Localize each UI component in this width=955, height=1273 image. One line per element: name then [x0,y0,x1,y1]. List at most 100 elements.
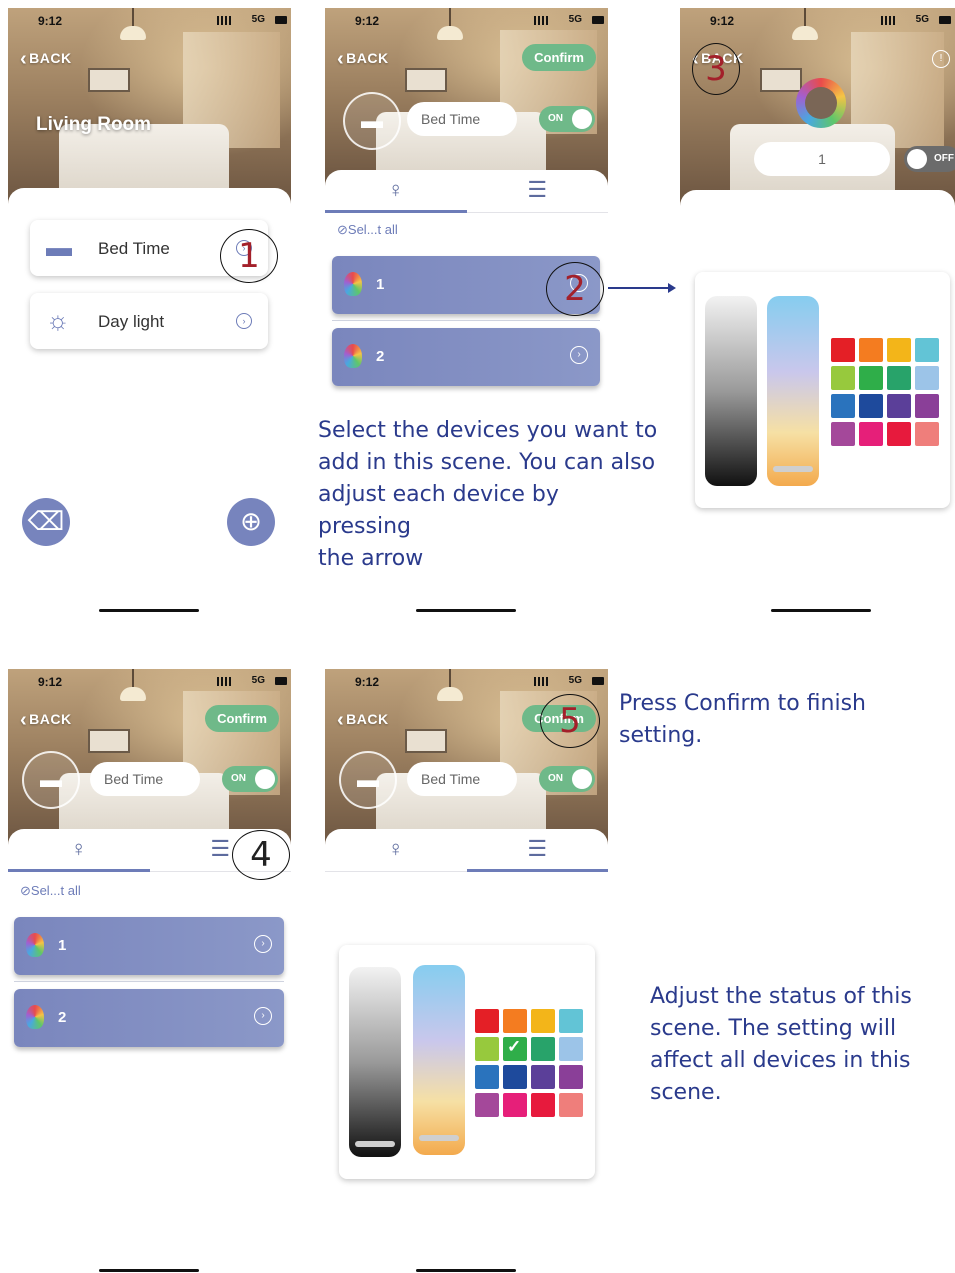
color-swatch[interactable] [559,1037,583,1061]
tab-settings[interactable]: ☰ [467,170,609,212]
color-swatch[interactable] [531,1093,555,1117]
color-swatch[interactable] [915,338,939,362]
slider-handle[interactable] [419,1135,459,1141]
note-line: adjust each device by pressing [318,482,559,539]
tab-devices[interactable]: ♀ [325,170,467,213]
note-line: add in this scene. You can also [318,450,656,475]
signal-icon [881,16,895,25]
device-row[interactable]: 2 › [332,328,600,386]
back-button[interactable]: ‹ BACK [337,48,389,71]
scene-icon-button[interactable]: ▬ [339,751,397,809]
battery-icon [275,677,287,685]
back-button[interactable]: ‹ BACK [20,709,72,732]
color-swatch[interactable] [559,1093,583,1117]
divider [14,981,284,982]
bulb-icon: ♀ [70,836,88,861]
color-swatch[interactable] [559,1065,583,1089]
color-swatch[interactable] [887,366,911,390]
info-icon[interactable]: ! [932,50,950,68]
color-swatch[interactable] [859,422,883,446]
slider-handle[interactable] [773,466,813,472]
back-button[interactable]: ‹ BACK [337,709,389,732]
delete-scene-button[interactable]: ⌫ [22,498,70,546]
color-swatch[interactable]: ✓ [503,1037,527,1061]
color-swatch[interactable] [915,366,939,390]
network-label: 5G [568,14,582,25]
add-scene-button[interactable]: ⊕ [227,498,275,546]
confirm-button[interactable]: Confirm [522,44,596,71]
color-swatch[interactable] [887,422,911,446]
color-swatches [831,338,939,446]
brightness-slider[interactable] [705,296,757,486]
back-label: BACK [29,50,72,66]
confirm-button[interactable]: Confirm [205,705,279,732]
color-swatch[interactable] [887,394,911,418]
color-swatch[interactable] [475,1065,499,1089]
color-swatch[interactable] [531,1065,555,1089]
device-detail-arrow-icon[interactable]: › [254,1007,272,1025]
device-name: 1 [58,937,67,954]
scene-power-toggle[interactable]: ON [539,106,595,132]
signal-icon [217,16,231,25]
color-swatch[interactable] [503,1065,527,1089]
scene-icon-button[interactable]: ▬ [343,92,401,150]
device-detail-arrow-icon[interactable]: › [254,935,272,953]
network-label: 5G [568,675,582,686]
color-swatch[interactable] [831,422,855,446]
toggle-label: OFF [934,153,954,164]
color-swatch[interactable] [859,394,883,418]
signal-icon [534,677,548,686]
color-swatch[interactable] [831,394,855,418]
bed-icon: ▬ [40,767,62,792]
scene-name-field[interactable]: Bed Time [407,102,517,136]
brightness-slider[interactable] [349,967,401,1157]
note-line: the arrow [318,546,424,571]
color-temperature-slider[interactable] [767,296,819,486]
color-swatch[interactable] [475,1037,499,1061]
scene-name-field[interactable]: Bed Time [90,762,200,796]
color-swatch[interactable] [531,1037,555,1061]
home-indicator [771,609,871,612]
device-row[interactable]: 2 › [14,989,284,1047]
scene-label: Day light [98,312,165,331]
scene-power-toggle[interactable]: ON [222,766,278,792]
device-count-field[interactable]: 1 [754,142,890,176]
device-detail-arrow-icon[interactable]: › [570,346,588,364]
screen-room-scenes: 9:12 5G ‹ BACK Living Room ▬ Bed Time › ☼… [8,8,291,620]
color-swatch[interactable] [915,422,939,446]
device-name: 1 [376,276,385,293]
slider-handle[interactable] [355,1141,395,1147]
color-swatch[interactable] [859,366,883,390]
color-swatch[interactable] [503,1093,527,1117]
select-all-toggle[interactable]: ⊘Sel...t all [20,883,81,899]
scene-tabs: ♀ ☰ [325,829,608,872]
scene-icon-button[interactable]: ▬ [22,751,80,809]
color-swatch[interactable] [831,366,855,390]
color-swatch[interactable] [915,394,939,418]
bulb-icon: ♀ [387,836,405,861]
tab-settings[interactable]: ☰ [466,829,609,872]
scene-card-day-light[interactable]: ☼ Day light › [30,293,268,349]
chevron-right-icon[interactable]: › [236,313,252,329]
select-all-toggle[interactable]: ⊘Sel...t all [337,222,398,238]
device-row[interactable]: 1 › [14,917,284,975]
color-swatch[interactable] [559,1009,583,1033]
back-label: BACK [346,50,389,66]
note-line: Adjust the status of this [650,984,912,1009]
color-temperature-slider[interactable] [413,965,465,1155]
tab-devices[interactable]: ♀ [325,829,467,871]
color-swatch[interactable] [475,1009,499,1033]
scene-power-toggle[interactable]: ON [539,766,595,792]
step-marker-1: 1 [220,229,278,283]
color-swatch[interactable] [475,1093,499,1117]
tab-devices[interactable]: ♀ [8,829,150,872]
scene-name-field[interactable]: Bed Time [407,762,517,796]
color-swatch[interactable] [887,338,911,362]
color-swatch[interactable] [531,1009,555,1033]
chevron-left-icon: ‹ [337,709,345,731]
color-swatch[interactable] [831,338,855,362]
device-power-toggle[interactable]: OFF [904,146,955,172]
color-swatch[interactable] [859,338,883,362]
back-button[interactable]: ‹ BACK [20,48,72,71]
color-swatch[interactable] [503,1009,527,1033]
